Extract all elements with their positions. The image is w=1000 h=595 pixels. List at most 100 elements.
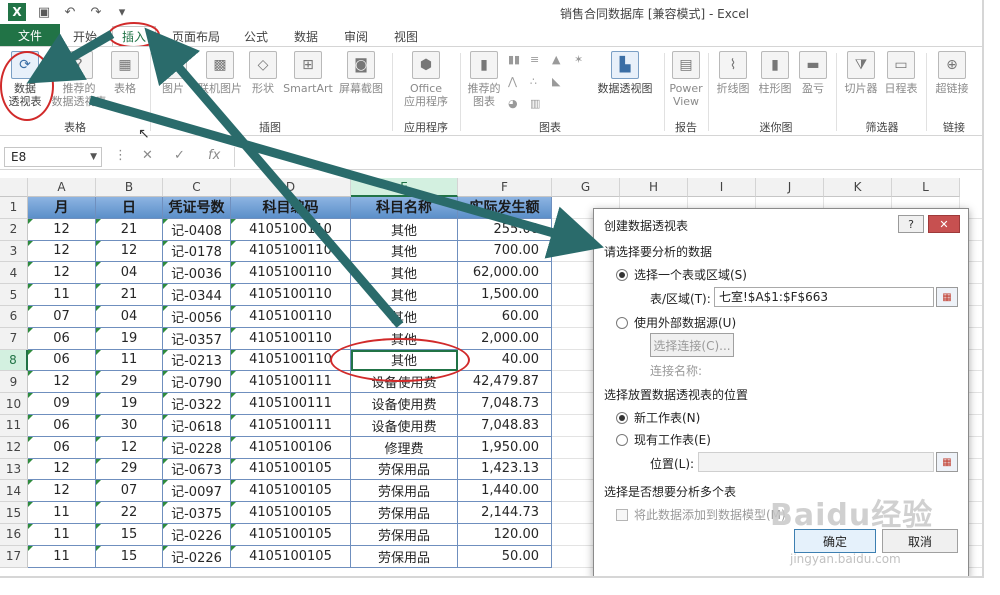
- table-cell[interactable]: 记-0408: [163, 218, 231, 241]
- table-header-cell[interactable]: 科目名称: [351, 197, 458, 219]
- table-cell[interactable]: 11: [96, 349, 163, 372]
- scatter-chart-icon[interactable]: ∴: [530, 75, 544, 88]
- table-cell[interactable]: 11: [28, 545, 96, 568]
- table-cell[interactable]: 1,423.13: [458, 458, 552, 481]
- table-cell[interactable]: 记-0056: [163, 306, 231, 328]
- combo-chart-icon[interactable]: ▥: [530, 97, 544, 110]
- table-cell[interactable]: 12: [96, 436, 163, 459]
- smartart-button[interactable]: ⊞ SmartArt: [282, 51, 334, 95]
- statistic-chart-icon[interactable]: ✶: [574, 53, 588, 66]
- table-button[interactable]: ▦ 表格: [110, 51, 140, 95]
- table-cell[interactable]: 120.00: [458, 524, 552, 546]
- column-header[interactable]: C: [163, 178, 231, 197]
- table-header-cell[interactable]: 凭证号数: [163, 197, 231, 219]
- line-chart-icon[interactable]: ⋀: [508, 75, 522, 88]
- table-cell[interactable]: 04: [96, 306, 163, 328]
- row-header[interactable]: 8: [0, 349, 28, 372]
- column-chart-icon[interactable]: ▮▮: [508, 53, 522, 66]
- table-cell[interactable]: 劳保用品: [351, 458, 458, 481]
- table-cell[interactable]: 06: [28, 436, 96, 459]
- hyperlink-button[interactable]: ⊕ 超链接: [930, 51, 974, 95]
- table-cell[interactable]: 09: [28, 393, 96, 415]
- tab-file[interactable]: 文件: [0, 24, 60, 46]
- table-header-cell[interactable]: 日: [96, 197, 163, 219]
- table-cell[interactable]: 4105100105: [231, 458, 351, 481]
- table-cell[interactable]: 07: [96, 480, 163, 503]
- table-cell[interactable]: 21: [96, 218, 163, 241]
- timeline-button[interactable]: ▭ 日程表: [882, 51, 920, 95]
- screenshot-button[interactable]: ◙ 屏幕截图: [336, 51, 386, 95]
- pivot-chart-button[interactable]: ▙ 数据透视图: [596, 51, 654, 95]
- table-cell[interactable]: 4105100111: [231, 393, 351, 415]
- table-cell[interactable]: 12: [28, 480, 96, 503]
- select-range-radio[interactable]: [616, 268, 628, 281]
- recommended-pivot-button[interactable]: ? 推荐的 数据透视表: [52, 51, 107, 108]
- sparkline-winloss-button[interactable]: ▬ 盈亏: [798, 51, 828, 95]
- row-header[interactable]: 4: [0, 262, 28, 285]
- table-cell[interactable]: 记-0097: [163, 480, 231, 503]
- table-cell[interactable]: 其他: [351, 262, 458, 285]
- table-cell[interactable]: 11: [28, 502, 96, 524]
- table-cell[interactable]: 62,000.00: [458, 262, 552, 285]
- table-cell[interactable]: 记-0673: [163, 458, 231, 481]
- row-header[interactable]: 14: [0, 480, 28, 503]
- tab-page-layout[interactable]: 页面布局: [164, 26, 228, 46]
- table-cell[interactable]: 其他: [351, 240, 458, 263]
- data-model-option[interactable]: 将此数据添加到数据模型(M): [616, 506, 786, 523]
- table-cell[interactable]: 12: [28, 240, 96, 263]
- existing-sheet-option[interactable]: 现有工作表(E): [616, 431, 711, 448]
- pie-chart-icon[interactable]: ◕: [508, 97, 522, 110]
- data-model-checkbox[interactable]: [616, 508, 628, 521]
- table-cell[interactable]: 12: [28, 218, 96, 241]
- insert-function-icon[interactable]: fx: [208, 148, 220, 163]
- column-header[interactable]: I: [688, 178, 756, 197]
- recommended-charts-button[interactable]: ▮ 推荐的 图表: [464, 51, 504, 108]
- table-cell[interactable]: 29: [96, 458, 163, 481]
- power-view-button[interactable]: ▤ Power View: [668, 51, 704, 108]
- row-header[interactable]: 13: [0, 458, 28, 481]
- table-cell[interactable]: 设备使用费: [351, 415, 458, 437]
- office-apps-button[interactable]: ⬢ Office 应用程序: [398, 51, 454, 108]
- table-cell[interactable]: 12: [96, 240, 163, 263]
- column-header[interactable]: K: [824, 178, 892, 197]
- row-header[interactable]: 17: [0, 545, 28, 568]
- table-cell[interactable]: 4105100105: [231, 545, 351, 568]
- table-cell[interactable]: 1,950.00: [458, 436, 552, 459]
- table-cell[interactable]: 2,144.73: [458, 502, 552, 524]
- table-cell[interactable]: 15: [96, 545, 163, 568]
- table-cell[interactable]: 11: [28, 524, 96, 546]
- external-source-radio[interactable]: [616, 316, 628, 329]
- select-all-corner[interactable]: [0, 178, 28, 197]
- table-cell[interactable]: 劳保用品: [351, 502, 458, 524]
- column-header[interactable]: A: [28, 178, 96, 197]
- column-header[interactable]: G: [552, 178, 620, 197]
- table-cell[interactable]: 12: [28, 458, 96, 481]
- table-cell[interactable]: 设备使用费: [351, 393, 458, 415]
- table-cell[interactable]: 记-0036: [163, 262, 231, 285]
- table-cell[interactable]: 7,048.83: [458, 415, 552, 437]
- area-chart-icon[interactable]: ◣: [552, 75, 566, 88]
- table-cell[interactable]: 劳保用品: [351, 524, 458, 546]
- column-header[interactable]: F: [458, 178, 552, 197]
- table-cell[interactable]: 4105100111: [231, 415, 351, 437]
- table-header-cell[interactable]: 月: [28, 197, 96, 219]
- sparkline-column-button[interactable]: ▮ 柱形图: [756, 51, 794, 95]
- location-selector-icon[interactable]: ▦: [936, 452, 958, 472]
- table-cell[interactable]: 2,000.00: [458, 327, 552, 350]
- new-sheet-radio[interactable]: [616, 411, 628, 424]
- row-header[interactable]: 9: [0, 371, 28, 394]
- cancel-formula-icon[interactable]: ✕: [142, 148, 153, 163]
- help-button[interactable]: ?: [898, 215, 924, 233]
- column-header[interactable]: L: [892, 178, 960, 197]
- table-cell[interactable]: 4105100105: [231, 480, 351, 503]
- table-cell[interactable]: 06: [28, 349, 96, 372]
- table-cell[interactable]: 记-0213: [163, 349, 231, 372]
- table-cell[interactable]: 700.00: [458, 240, 552, 263]
- tab-home[interactable]: 开始: [62, 26, 108, 46]
- slicer-button[interactable]: ⧩ 切片器: [842, 51, 880, 95]
- table-cell[interactable]: 其他: [351, 218, 458, 241]
- column-header[interactable]: B: [96, 178, 163, 197]
- table-cell[interactable]: 其他: [351, 284, 458, 306]
- table-cell[interactable]: 06: [28, 327, 96, 350]
- table-cell[interactable]: 40.00: [458, 349, 552, 372]
